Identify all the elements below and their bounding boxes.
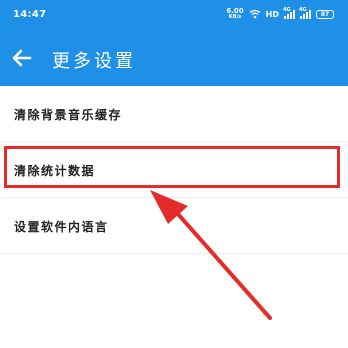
network-speed-unit: KB/s	[228, 14, 242, 20]
page-title: 更多设置	[52, 51, 136, 72]
setting-clear-bgm-cache[interactable]: 清除背景音乐缓存	[0, 86, 348, 142]
status-time: 14:47	[13, 9, 47, 20]
app-bar: 更多设置	[0, 30, 348, 86]
hd-badge: HD	[265, 9, 279, 19]
setting-label: 清除背景音乐缓存	[14, 108, 123, 122]
battery-level: 87	[320, 10, 330, 18]
signal-icon-secondary: 4G	[299, 6, 311, 19]
wifi-icon	[249, 9, 261, 19]
back-button[interactable]	[10, 46, 34, 70]
status-icons: 6.00 KB/s HD 4G 4G 87	[226, 6, 334, 21]
arrow-left-icon	[12, 49, 32, 67]
status-bar: 14:47 6.00 KB/s HD 4G 4G 87	[0, 0, 348, 30]
setting-clear-statistics[interactable]: 清除统计数据	[0, 142, 348, 198]
signal-icon: 4G	[283, 6, 295, 19]
network-speed: 6.00 KB/s	[226, 8, 243, 21]
battery-icon: 87	[316, 9, 334, 19]
signal-tag: 4G	[283, 6, 291, 13]
signal-tag-secondary: 4G	[299, 6, 307, 13]
settings-list: 清除背景音乐缓存 清除统计数据 设置软件内语言	[0, 86, 348, 254]
settings-screen: 14:47 6.00 KB/s HD 4G 4G 87 更多设置 清除背景音乐缓…	[0, 0, 348, 348]
setting-app-language[interactable]: 设置软件内语言	[0, 198, 348, 254]
setting-label: 设置软件内语言	[14, 220, 109, 234]
setting-label: 清除统计数据	[14, 164, 96, 178]
